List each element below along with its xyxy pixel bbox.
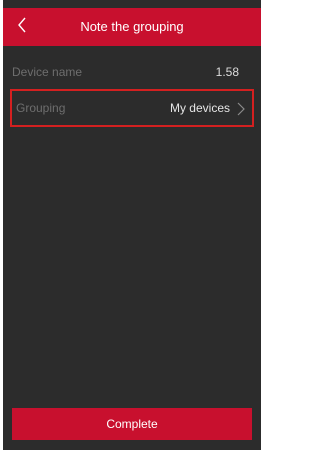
app-screen: Note the grouping Device name 1.58 Group… xyxy=(3,0,261,450)
device-name-value: 1.58 xyxy=(215,65,239,79)
complete-button[interactable]: Complete xyxy=(12,408,252,440)
grouping-label: Grouping xyxy=(16,101,66,115)
title-bar: Note the grouping xyxy=(3,8,261,46)
grouping-row[interactable]: Grouping My devices xyxy=(10,89,254,127)
chevron-right-icon xyxy=(236,102,246,116)
grouping-value: My devices xyxy=(169,101,230,115)
page-title: Note the grouping xyxy=(80,19,184,34)
device-name-label: Device name xyxy=(12,65,83,79)
device-name-row: Device name 1.58 xyxy=(3,60,261,84)
